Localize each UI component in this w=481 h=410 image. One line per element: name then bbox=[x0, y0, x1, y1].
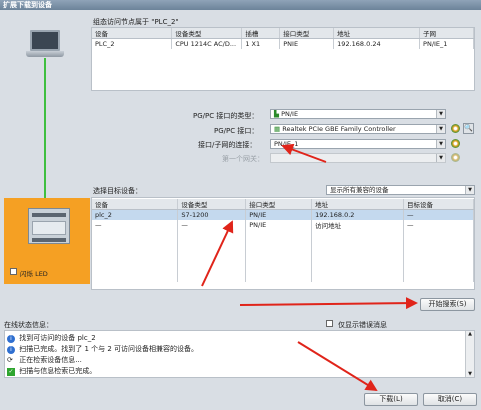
node-col-slot: 插槽 bbox=[241, 28, 281, 39]
cell: — bbox=[403, 209, 474, 220]
chevron-down-icon: ▼ bbox=[436, 110, 445, 118]
target-col-iface: 接口类型 bbox=[245, 199, 313, 210]
connection-line bbox=[44, 58, 46, 198]
target-col-target: 目标设备 bbox=[403, 199, 474, 210]
cell: — bbox=[403, 219, 474, 230]
cell: — bbox=[177, 219, 247, 230]
node-col-device: 设备 bbox=[92, 28, 173, 39]
status-message: i 找到可访问的设备 plc_2 bbox=[7, 333, 96, 343]
plc-panel: 闪烁 LED bbox=[4, 198, 90, 284]
check-icon: ✓ bbox=[7, 368, 15, 376]
cell: PN/IE_1 bbox=[419, 38, 474, 49]
pgpc-iface-select[interactable]: ▦ Realtek PCIe GBE Family Controller ▼ bbox=[270, 124, 446, 134]
table-row[interactable]: — — PN/IE 访问地址 — bbox=[92, 219, 474, 230]
pgpc-conn-label: 接口/子网的连接： bbox=[198, 141, 257, 149]
flash-led-label: 闪烁 LED bbox=[20, 270, 48, 278]
search-icon[interactable]: 🔍 bbox=[463, 123, 474, 134]
flash-led-checkbox[interactable] bbox=[10, 268, 17, 275]
only-errors-label: 仅显示错误消息 bbox=[338, 321, 387, 329]
download-button[interactable]: 下载(L) bbox=[364, 393, 418, 406]
chevron-down-icon: ▼ bbox=[465, 186, 474, 194]
arrow-to-search-button bbox=[239, 297, 418, 310]
cell: CPU 1214C AC/D... bbox=[171, 38, 243, 49]
info-icon: i bbox=[7, 346, 15, 354]
cell: PN/IE bbox=[245, 209, 313, 220]
cancel-button[interactable]: 取消(C) bbox=[423, 393, 477, 406]
chevron-down-icon: ▼ bbox=[436, 140, 445, 148]
target-col-address: 地址 bbox=[311, 199, 405, 210]
only-errors-checkbox[interactable] bbox=[326, 320, 333, 327]
table-row[interactable]: PLC_2 CPU 1214C AC/D... 1 X1 PNIE 192.16… bbox=[92, 38, 474, 49]
pgpc-gateway-label: 第一个网关： bbox=[222, 155, 264, 163]
cell: plc_2 bbox=[92, 209, 179, 220]
cell: PNIE bbox=[279, 38, 335, 49]
chevron-down-icon: ▼ bbox=[436, 154, 445, 162]
status-log-scrollbar[interactable]: ▲ ▼ bbox=[465, 331, 474, 377]
chevron-down-icon: ▼ bbox=[436, 125, 445, 133]
cell: 1 X1 bbox=[241, 38, 281, 49]
cell: S7-1200 bbox=[177, 209, 247, 220]
node-col-subnet: 子网 bbox=[419, 28, 474, 39]
node-table: 设备 设备类型 插槽 接口类型 地址 子网 PLC_2 CPU 1214C AC… bbox=[92, 28, 474, 49]
settings-icon[interactable] bbox=[451, 124, 460, 133]
table-row[interactable]: plc_2 S7-1200 PN/IE 192.168.0.2 — bbox=[92, 209, 474, 220]
start-search-button[interactable]: 开始搜索(S) bbox=[420, 298, 475, 311]
window-title: 扩展下载到设备 bbox=[0, 0, 481, 10]
status-message: i 扫描已完成。找到了 1 个与 2 可访问设备相兼容的设备。 bbox=[7, 344, 198, 354]
cell: 访问地址 bbox=[311, 219, 405, 230]
node-heading: 组态访问节点属于 "PLC_2" bbox=[93, 18, 179, 26]
plc-device-icon bbox=[28, 208, 70, 244]
node-col-address: 地址 bbox=[333, 28, 421, 39]
nic-icon: ▦ bbox=[274, 125, 283, 133]
target-heading: 选择目标设备： bbox=[93, 187, 142, 195]
target-col-device: 设备 bbox=[92, 199, 179, 210]
node-col-iface: 接口类型 bbox=[279, 28, 335, 39]
pgpc-type-label: PG/PC 接口的类型： bbox=[193, 112, 259, 120]
settings-icon bbox=[451, 153, 460, 162]
status-heading: 在线状态信息： bbox=[4, 321, 53, 329]
cell: PLC_2 bbox=[92, 38, 173, 49]
pgpc-gateway-select[interactable]: ▼ bbox=[270, 153, 446, 163]
target-table: 设备 设备类型 接口类型 地址 目标设备 plc_2 S7-1200 PN/IE… bbox=[92, 199, 474, 282]
info-icon: i bbox=[7, 335, 15, 343]
pgpc-type-select[interactable]: ▙ PN/IE ▼ bbox=[270, 109, 446, 119]
cell: 192.168.0.24 bbox=[333, 38, 421, 49]
status-message: ⟳ 正在检索设备信息... bbox=[7, 356, 82, 364]
cell: PN/IE bbox=[245, 219, 313, 230]
search-progress-icon: ⟳ bbox=[7, 356, 13, 364]
pgpc-conn-select[interactable]: PN/IE_1 ▼ bbox=[270, 139, 446, 149]
status-message: ✓ 扫描与信息检索已完成。 bbox=[7, 367, 97, 376]
target-col-type: 设备类型 bbox=[177, 199, 247, 210]
node-col-type: 设备类型 bbox=[171, 28, 243, 39]
settings-icon[interactable] bbox=[451, 139, 460, 148]
pgpc-iface-label: PG/PC 接口： bbox=[214, 127, 259, 135]
cell: 192.168.0.2 bbox=[311, 209, 405, 220]
target-filter-select[interactable]: 显示所有兼容的设备 ▼ bbox=[326, 185, 475, 195]
cell: — bbox=[92, 219, 179, 230]
